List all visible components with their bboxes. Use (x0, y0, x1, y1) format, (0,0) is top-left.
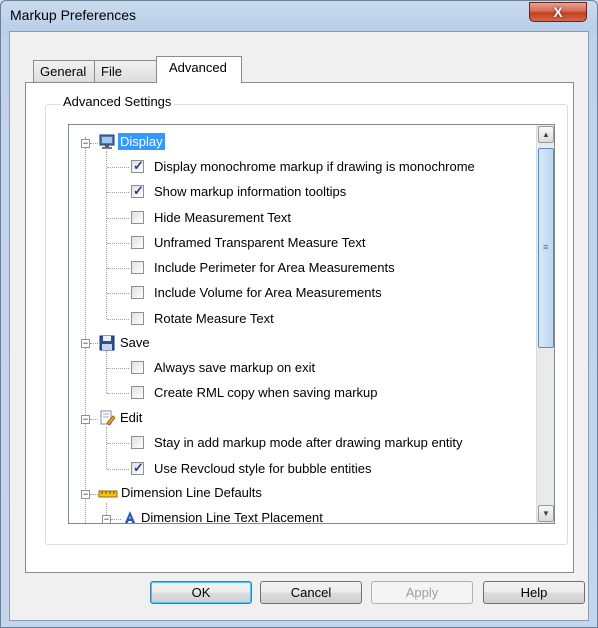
save-collapse-icon[interactable]: − (81, 339, 90, 348)
tree-line (90, 419, 98, 420)
edit-document-icon (100, 410, 115, 426)
include-volume-label: Include Volume for Area Measurements (154, 285, 382, 300)
hide-measurement-text-checkbox[interactable] (131, 211, 144, 224)
edit-node[interactable]: Edit (120, 410, 142, 425)
settings-tree[interactable]: − Display Display monochrome markup if d… (68, 124, 555, 524)
display-collapse-icon[interactable]: − (81, 139, 90, 148)
text-a-icon (124, 511, 136, 523)
dimension-text-placement-node[interactable]: Dimension Line Text Placement (141, 510, 323, 523)
include-volume-checkbox[interactable] (131, 286, 144, 299)
scroll-up-arrow-icon[interactable]: ▲ (538, 126, 554, 143)
tree-line (107, 167, 129, 168)
tree-line (107, 268, 129, 269)
save-node[interactable]: Save (120, 335, 150, 350)
tree-line (107, 368, 129, 369)
tree-line (85, 137, 86, 523)
tab-file[interactable]: File (94, 60, 157, 82)
floppy-disk-icon (99, 335, 115, 351)
tab-file-label: File (101, 64, 122, 79)
tree-line (107, 319, 129, 320)
ok-button[interactable]: OK (150, 581, 252, 604)
scroll-down-arrow-icon[interactable]: ▼ (538, 505, 554, 522)
tab-advanced-label: Advanced (169, 60, 227, 75)
dimension-text-placement-collapse-icon[interactable]: − (102, 515, 111, 523)
title-bar[interactable]: Markup Preferences X (1, 1, 597, 31)
display-node[interactable]: Display (118, 133, 165, 150)
display-monochrome-checkbox[interactable] (131, 158, 144, 174)
tab-general[interactable]: General (33, 60, 95, 82)
tree-line (107, 443, 129, 444)
dimension-line-defaults-node[interactable]: Dimension Line Defaults (121, 485, 262, 500)
window-title: Markup Preferences (10, 7, 137, 23)
include-perimeter-label: Include Perimeter for Area Measurements (154, 260, 395, 275)
tree-scrollbar[interactable]: ▲ ≡ ▼ (536, 125, 554, 523)
scroll-thumb[interactable]: ≡ (538, 148, 554, 348)
create-rml-copy-label: Create RML copy when saving markup (154, 385, 378, 400)
tree-line (90, 343, 98, 344)
tree-line (90, 494, 98, 495)
grip-icon: ≡ (543, 242, 549, 252)
hide-measurement-text-label: Hide Measurement Text (154, 210, 292, 225)
tree-line (90, 143, 98, 144)
create-rml-copy-checkbox[interactable] (131, 386, 144, 399)
tree-line (107, 293, 129, 294)
tree-line (107, 393, 129, 394)
stay-in-add-mode-checkbox[interactable] (131, 436, 144, 449)
help-button[interactable]: Help (483, 581, 585, 604)
close-button[interactable]: X (529, 2, 587, 22)
tree-line (107, 192, 129, 193)
always-save-label: Always save markup on exit (154, 360, 316, 375)
tree-line (106, 427, 107, 469)
monitor-icon (99, 134, 115, 149)
rotate-measure-text-label: Rotate Measure Text (154, 311, 274, 326)
tree-line (107, 218, 129, 219)
stay-in-add-mode-label: Stay in add markup mode after drawing ma… (154, 435, 463, 450)
dimension-collapse-icon[interactable]: − (81, 490, 90, 499)
tree-line (111, 519, 121, 520)
tab-general-label: General (40, 64, 87, 79)
show-tooltips-label: Show markup information tooltips (154, 184, 347, 199)
close-icon: X (553, 4, 563, 20)
tree-line (107, 469, 129, 470)
include-perimeter-checkbox[interactable] (131, 261, 144, 274)
tab-advanced[interactable]: Advanced (156, 56, 242, 83)
display-monochrome-label: Display monochrome markup if drawing is … (154, 159, 475, 174)
cancel-button[interactable]: Cancel (260, 581, 362, 604)
unframed-transparent-checkbox[interactable] (131, 236, 144, 249)
always-save-checkbox[interactable] (131, 361, 144, 374)
apply-button[interactable]: Apply (371, 581, 473, 604)
show-tooltips-checkbox[interactable] (131, 183, 144, 199)
unframed-transparent-label: Unframed Transparent Measure Text (154, 235, 366, 250)
ruler-icon (98, 490, 118, 498)
use-revcloud-checkbox[interactable] (131, 460, 144, 476)
group-label: Advanced Settings (60, 94, 175, 109)
edit-collapse-icon[interactable]: − (81, 415, 90, 424)
use-revcloud-label: Use Revcloud style for bubble entities (154, 461, 372, 476)
tree-line (107, 243, 129, 244)
tree-line (106, 351, 107, 393)
rotate-measure-text-checkbox[interactable] (131, 312, 144, 325)
